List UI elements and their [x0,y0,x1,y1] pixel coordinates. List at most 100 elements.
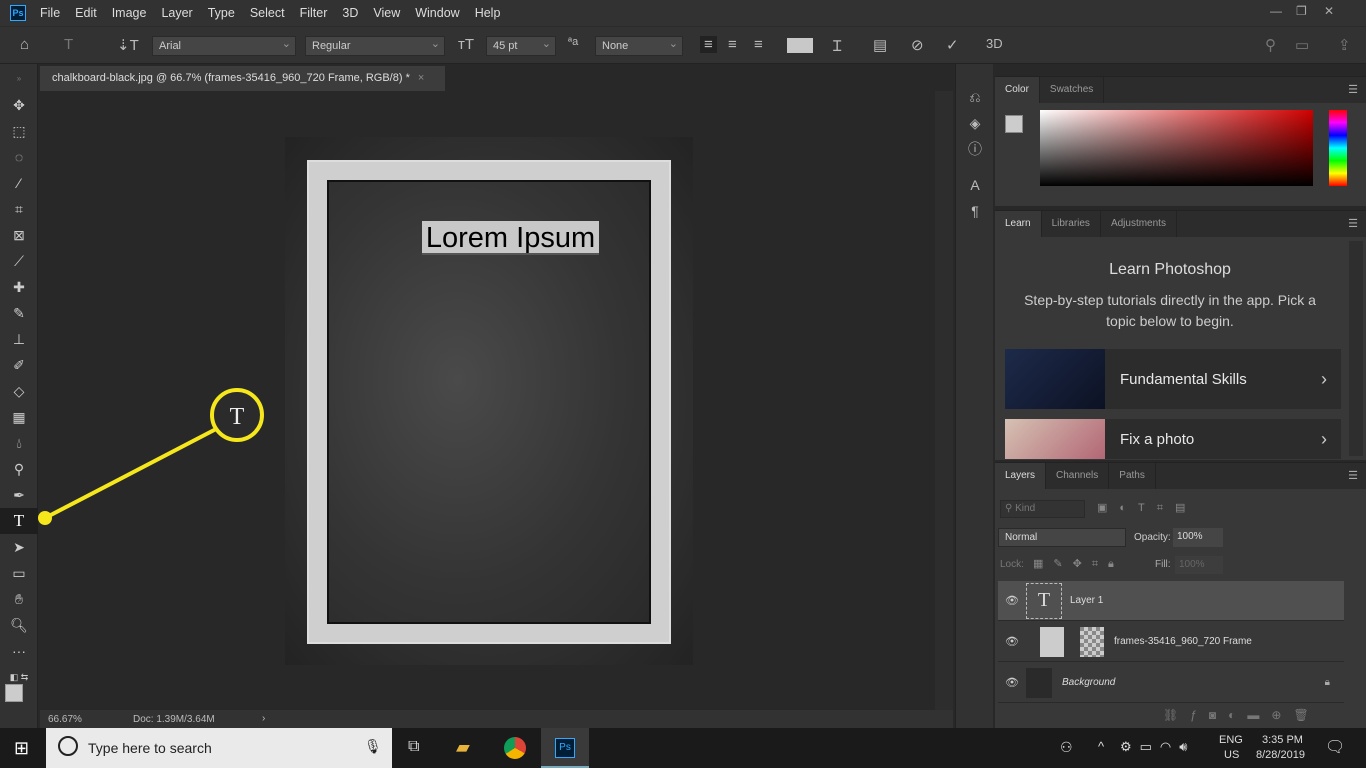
antialias-select[interactable]: None [595,36,683,56]
more-tools-icon[interactable]: ··· [0,638,38,664]
menu-type[interactable]: Type [208,6,235,20]
taskbar-photoshop[interactable]: Ps [541,728,589,768]
warp-text-icon[interactable]: Ɪ [833,36,841,56]
layer-row-background[interactable]: 👁︎ Background 🔒︎ [998,663,1344,703]
panel-menu-icon[interactable]: ☰ [1348,469,1358,482]
healing-brush-icon[interactable]: ✚ [0,274,38,300]
close-button[interactable]: ✕ [1324,4,1334,18]
dodge-tool-icon[interactable]: ⚲ [0,456,38,482]
font-family-select[interactable]: Arial [152,36,296,56]
type-tool-icon[interactable]: T [0,508,38,534]
task-view-icon[interactable]: ⧉ [408,738,419,756]
restore-button[interactable]: ❐ [1296,4,1307,18]
color-field[interactable] [1040,110,1313,186]
home-icon[interactable]: ⌂ [20,36,29,53]
file-explorer-icon[interactable]: ▰ [456,737,470,758]
foreground-color[interactable] [5,684,23,702]
blend-mode-select[interactable]: Normal [998,528,1126,547]
minimize-button[interactable]: — [1270,4,1282,18]
align-left-icon[interactable]: ≡ [700,36,717,53]
lock-icons[interactable]: ▦✎✥⌗🔒︎ [1033,557,1124,571]
paragraph-icon[interactable]: ¶ [956,198,994,224]
cancel-icon[interactable]: ⊘ [911,36,924,54]
windows-start-icon[interactable]: ⊞ [14,738,29,759]
fill-input[interactable]: 100% [1175,556,1223,574]
menu-3d[interactable]: 3D [342,6,358,20]
layer-actions-icons[interactable]: ⛓ƒ◙◐▬⊕🗑︎ [1163,708,1321,722]
frame-tool-icon[interactable]: ⊠ [0,222,38,248]
tab-layers[interactable]: Layers [995,463,1047,489]
status-menu-arrow[interactable]: › [262,713,265,724]
close-tab-icon[interactable]: × [418,72,424,84]
layer-filter-input[interactable]: ⚲ Kind [1000,500,1085,518]
search-icon[interactable]: ⚲ [1265,36,1276,54]
menu-image[interactable]: Image [112,6,147,20]
marquee-tool-icon[interactable]: ⬚ [0,118,38,144]
align-center-icon[interactable]: ≡ [728,36,737,53]
menu-filter[interactable]: Filter [300,6,328,20]
tab-swatches[interactable]: Swatches [1040,77,1105,103]
workspace-icon[interactable]: ▭ [1295,36,1309,54]
stamp-tool-icon[interactable]: ⊥ [0,326,38,352]
notifications-icon[interactable]: 🗨︎ [1325,737,1345,757]
font-size-select[interactable]: 45 pt [486,36,556,56]
eraser-icon[interactable]: ◇ [0,378,38,404]
tab-learn[interactable]: Learn [995,211,1042,237]
people-icon[interactable]: ⚇ [1060,739,1073,756]
tray-icons[interactable]: ⚙▭◠🔊︎ [1120,739,1195,755]
crop-tool-icon[interactable]: ⌗ [0,196,38,222]
tray-chevron-icon[interactable]: ^ [1098,739,1104,754]
card-fix-a-photo[interactable]: Fix a photo › [1005,419,1341,459]
character-panel-icon[interactable]: ▤ [873,36,887,54]
history-icon[interactable]: ⎌ [956,84,994,110]
zoom-level[interactable]: 66.67% [48,714,82,725]
menu-file[interactable]: File [40,6,60,20]
font-style-select[interactable]: Regular [305,36,445,56]
layer-row-frame[interactable]: 👁︎ frames-35416_960_720 Frame [998,622,1344,662]
menu-window[interactable]: Window [415,6,459,20]
magic-wand-icon[interactable]: ⁄ [0,170,38,196]
rectangle-tool-icon[interactable]: ▭ [0,560,38,586]
3d-panel-icon[interactable]: ◈ [956,110,994,136]
info-icon[interactable]: ⓘ [956,136,994,162]
type-tool-preset-icon[interactable]: T [64,36,73,53]
tab-libraries[interactable]: Libraries [1042,211,1101,237]
color-fg-swatch[interactable] [1005,115,1023,133]
panel-menu-icon[interactable]: ☰ [1348,217,1358,230]
learn-scrollbar[interactable] [1349,241,1363,456]
opacity-input[interactable]: 100% [1173,528,1223,547]
clock-date[interactable]: 8/28/2019 [1256,749,1305,761]
chrome-icon[interactable] [504,737,526,759]
visibility-eye-icon[interactable]: 👁︎ [998,676,1026,689]
hue-slider[interactable] [1329,110,1347,186]
microphone-icon[interactable]: 🎙︎ [364,738,382,755]
clock-time[interactable]: 3:35 PM [1262,734,1303,746]
tab-channels[interactable]: Channels [1046,463,1110,489]
layer-row-layer-1[interactable]: 👁︎ T Layer 1 [998,581,1344,621]
tab-color[interactable]: Color [995,77,1040,103]
document-tab[interactable]: chalkboard-black.jpg @ 66.7% (frames-354… [40,66,445,91]
history-brush-icon[interactable]: ✐ [0,352,38,378]
character-icon[interactable]: A [956,172,994,198]
zoom-tool-icon[interactable]: 🔍︎ [0,612,38,638]
text-orientation-icon[interactable]: ⇣T [117,36,139,54]
panel-menu-icon[interactable]: ☰ [1348,83,1358,96]
gradient-icon[interactable]: ▦ [0,404,38,430]
menu-select[interactable]: Select [250,6,285,20]
blur-tool-icon[interactable]: 💧︎ [0,430,38,456]
share-icon[interactable]: ⇪ [1338,36,1351,54]
brush-tool-icon[interactable]: ✎ [0,300,38,326]
visibility-eye-icon[interactable]: 👁︎ [998,635,1026,648]
menu-layer[interactable]: Layer [161,6,192,20]
lasso-tool-icon[interactable]: ◌ [0,144,38,170]
text-color-swatch[interactable] [787,38,813,53]
align-right-icon[interactable]: ≡ [754,36,763,53]
move-tool-icon[interactable]: ✥ [0,92,38,118]
card-fundamental-skills[interactable]: Fundamental Skills › [1005,349,1341,409]
hand-tool-icon[interactable]: ✋︎ [0,586,38,612]
tab-adjustments[interactable]: Adjustments [1101,211,1177,237]
menu-view[interactable]: View [373,6,400,20]
collapse-icon[interactable]: » [0,64,38,92]
menu-edit[interactable]: Edit [75,6,97,20]
path-selection-icon[interactable]: ➤ [0,534,38,560]
